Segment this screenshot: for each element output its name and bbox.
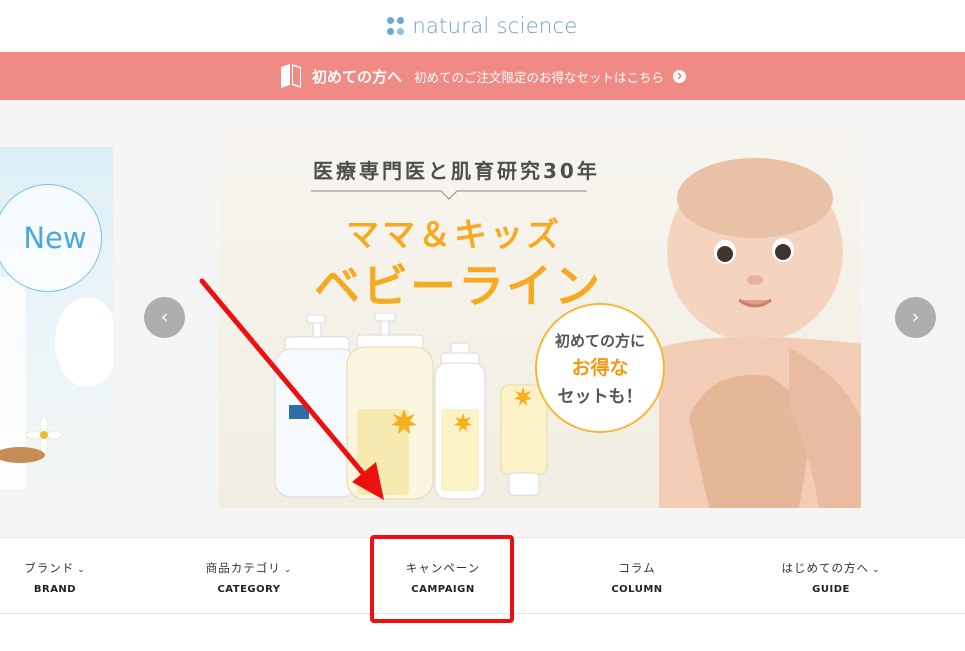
logo-dots-icon xyxy=(387,17,405,35)
carousel-slide-active[interactable]: 医療専門医と肌育研究30年 ママ＆キッズ ベビーライン 初めての方に お得な セ… xyxy=(219,128,861,508)
carousel-prev-button[interactable]: ‹ xyxy=(144,297,185,338)
tagline-underline xyxy=(311,190,587,200)
site-logo[interactable]: natural science xyxy=(387,14,577,38)
towel-image xyxy=(55,297,113,387)
slide-title-line2: ベビーライン xyxy=(314,259,602,313)
nav-label: はじめての方へ xyxy=(781,561,869,575)
chevron-right-circle-icon xyxy=(673,69,687,83)
product-bottles-image xyxy=(274,313,548,500)
nav-label: 商品カテゴリ xyxy=(205,561,281,575)
nav-label: ブランド xyxy=(24,561,75,575)
nav-label: コラム xyxy=(618,561,656,575)
book-icon xyxy=(280,64,301,88)
chevron-down-icon: ⌄ xyxy=(283,565,293,575)
carousel-slide-previous[interactable]: New xyxy=(0,147,113,489)
annotation-highlight-box xyxy=(370,535,514,623)
chevron-down-icon: ⌄ xyxy=(77,565,86,575)
chevron-down-icon: ⌄ xyxy=(871,565,881,575)
site-header: natural science xyxy=(0,0,965,52)
slide-title-line1: ママ＆キッズ xyxy=(346,215,562,254)
nav-sublabel: GUIDE xyxy=(812,584,850,595)
logo-text: natural science xyxy=(412,14,578,38)
nav-item-column[interactable]: コラム COLUMN xyxy=(562,538,712,614)
nav-sublabel: BRAND xyxy=(33,584,77,595)
nav-sublabel: COLUMN xyxy=(611,584,663,595)
carousel-next-button[interactable]: › xyxy=(895,297,936,338)
nav-item-category[interactable]: 商品カテゴリ ⌄ CATEGORY xyxy=(174,538,324,614)
offer-bubble: 初めての方に お得な セットも！ xyxy=(535,303,665,433)
banner-subtext: 初めてのご注文限定のお得なセットはこちら xyxy=(414,69,665,85)
nav-item-guide[interactable]: はじめての方へ ⌄ GUIDE xyxy=(756,538,906,614)
baby-photo xyxy=(659,158,861,508)
first-time-banner[interactable]: 初めての方へ 初めてのご注文限定のお得なセットはこちら xyxy=(0,52,965,100)
chevron-right-icon: › xyxy=(911,306,920,328)
hero-carousel: New 医療専門医と肌育研究30年 ママ＆キッズ ベビーライン 初めての方に お… xyxy=(0,100,965,537)
slide-tagline: 医療専門医と肌育研究30年 xyxy=(313,159,600,183)
banner-heading: 初めての方へ xyxy=(311,67,402,86)
new-badge: New xyxy=(0,184,102,292)
nav-sublabel: CATEGORY xyxy=(217,584,281,595)
nav-item-brand[interactable]: ブランド ⌄ BRAND xyxy=(0,538,130,614)
chevron-left-icon: ‹ xyxy=(160,306,169,328)
wooden-dish-image xyxy=(0,447,45,463)
page: natural science 初めての方へ 初めてのご注文限定のお得なセットは… xyxy=(0,0,965,651)
